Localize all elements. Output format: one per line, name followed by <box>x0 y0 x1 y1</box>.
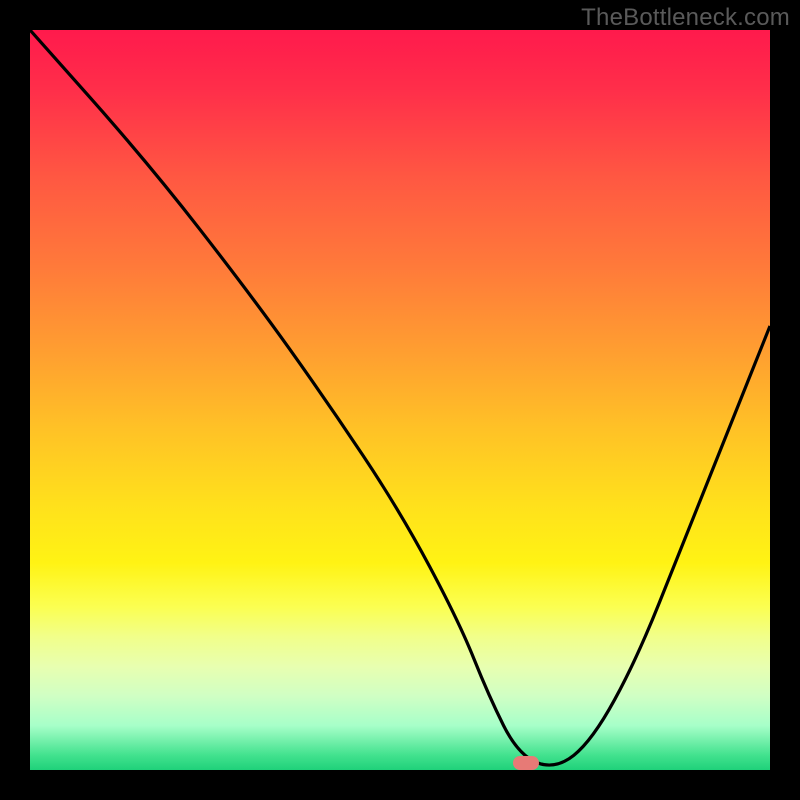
plot-area <box>30 30 770 770</box>
optimal-marker <box>513 756 539 770</box>
watermark-text: TheBottleneck.com <box>581 4 790 32</box>
chart-frame: TheBottleneck.com <box>0 0 800 800</box>
bottleneck-curve <box>30 30 770 770</box>
curve-path <box>30 30 770 765</box>
